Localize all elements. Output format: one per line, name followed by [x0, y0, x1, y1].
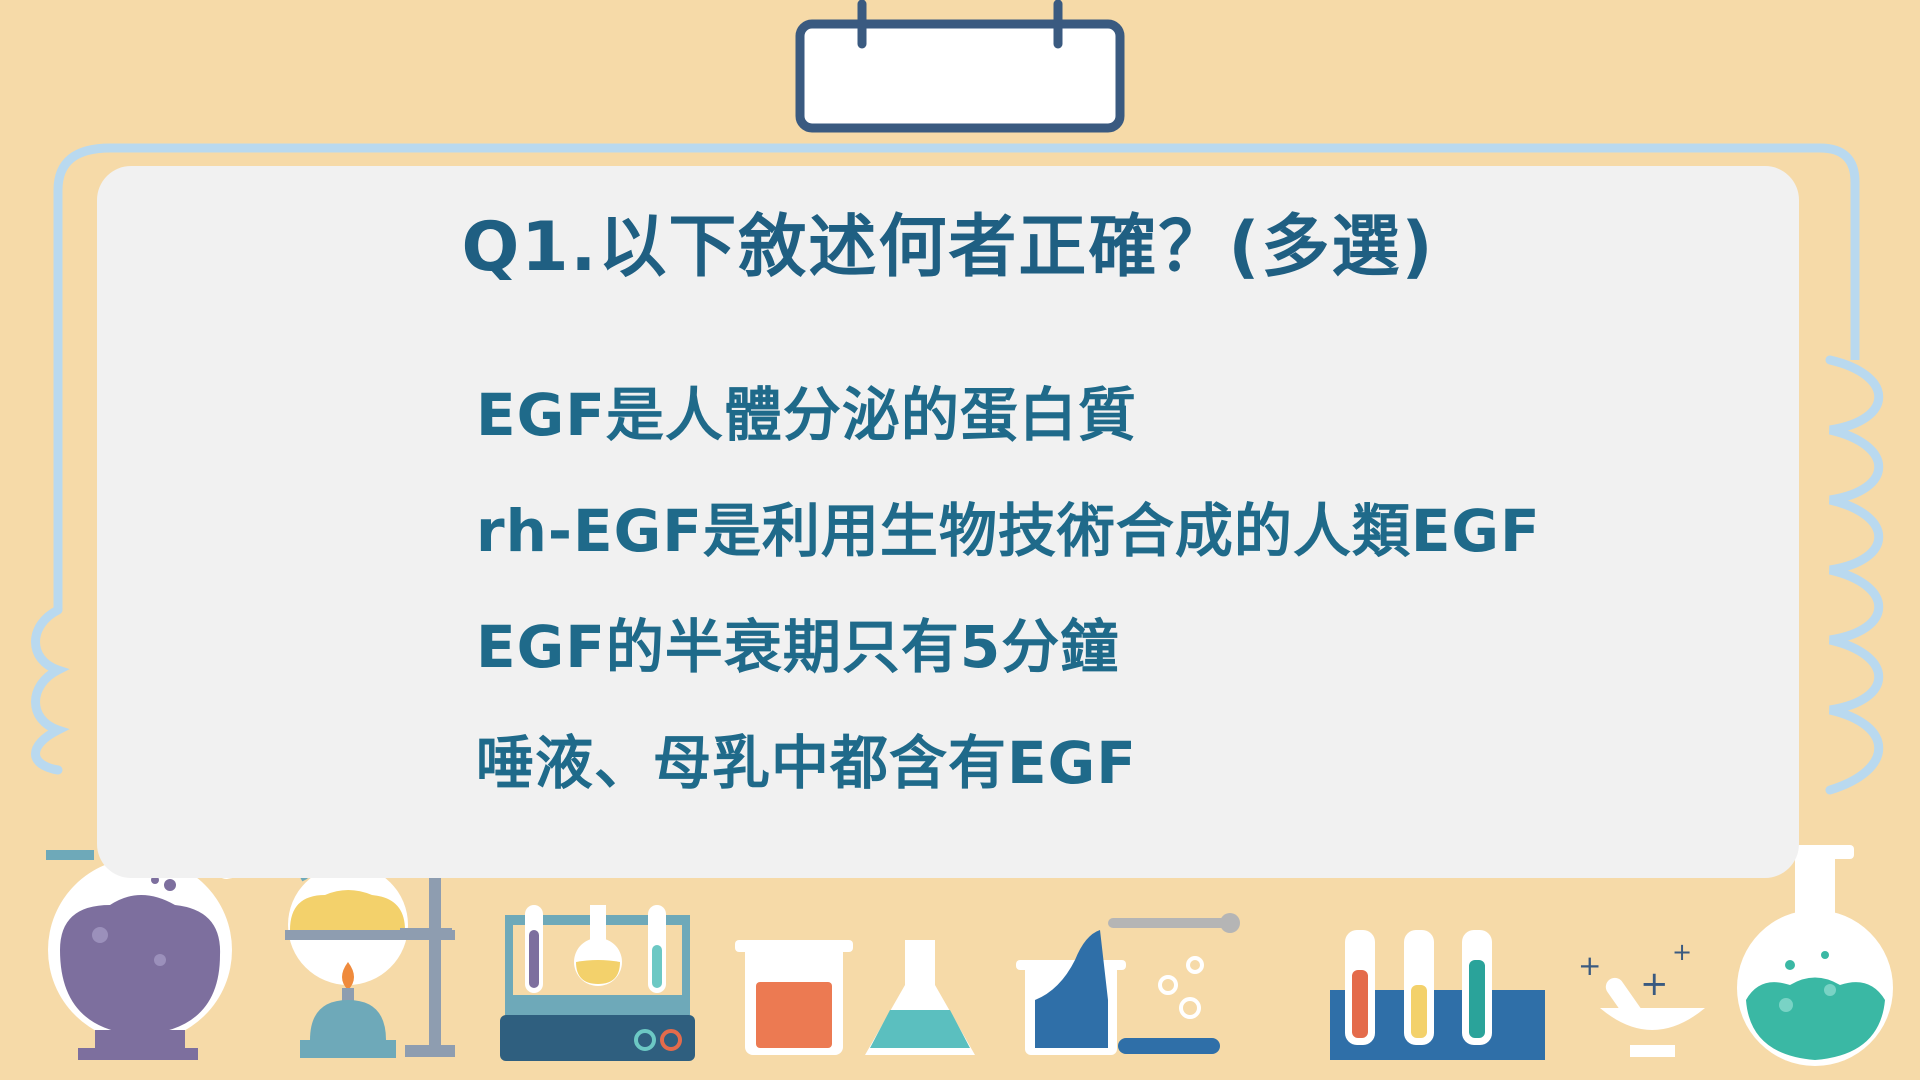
svg-text:+: +: [1640, 964, 1669, 1004]
slide: + + + Q1.以下敘述何者正確？(多選) EGF是人體分泌的蛋白質 rh-E…: [0, 0, 1920, 1080]
answer-options: EGF是人體分泌的蛋白質 rh-EGF是利用生物技術合成的人類EGF EGF的半…: [476, 380, 1776, 844]
burner-flask-icon: [285, 865, 455, 1058]
svg-text:+: +: [1578, 949, 1601, 982]
option-4: 唾液、母乳中都含有EGF: [476, 729, 1137, 797]
option-3: EGF的半衰期只有5分鐘: [476, 613, 1120, 681]
test-tube-rack-icon: [500, 905, 695, 1061]
round-flask-teal-icon: [1737, 845, 1893, 1066]
option-1: EGF是人體分泌的蛋白質: [476, 381, 1137, 449]
conical-flask-icon: [865, 940, 975, 1055]
beaker-blue-icon: [1016, 913, 1240, 1055]
beaker-red-icon: [735, 940, 853, 1055]
frame-spring-right: [1825, 355, 1884, 795]
question-title: Q1.以下敘述何者正確？(多選): [461, 208, 1435, 287]
clipboard-tag-icon: [795, 0, 1125, 133]
mortar-pestle-icon: + + +: [1578, 938, 1705, 1057]
svg-text:+: +: [1672, 938, 1692, 966]
frame-spring-left: [31, 605, 70, 775]
test-tube-stand-icon: [1330, 930, 1545, 1060]
option-2: rh-EGF是利用生物技術合成的人類EGF: [476, 497, 1541, 565]
